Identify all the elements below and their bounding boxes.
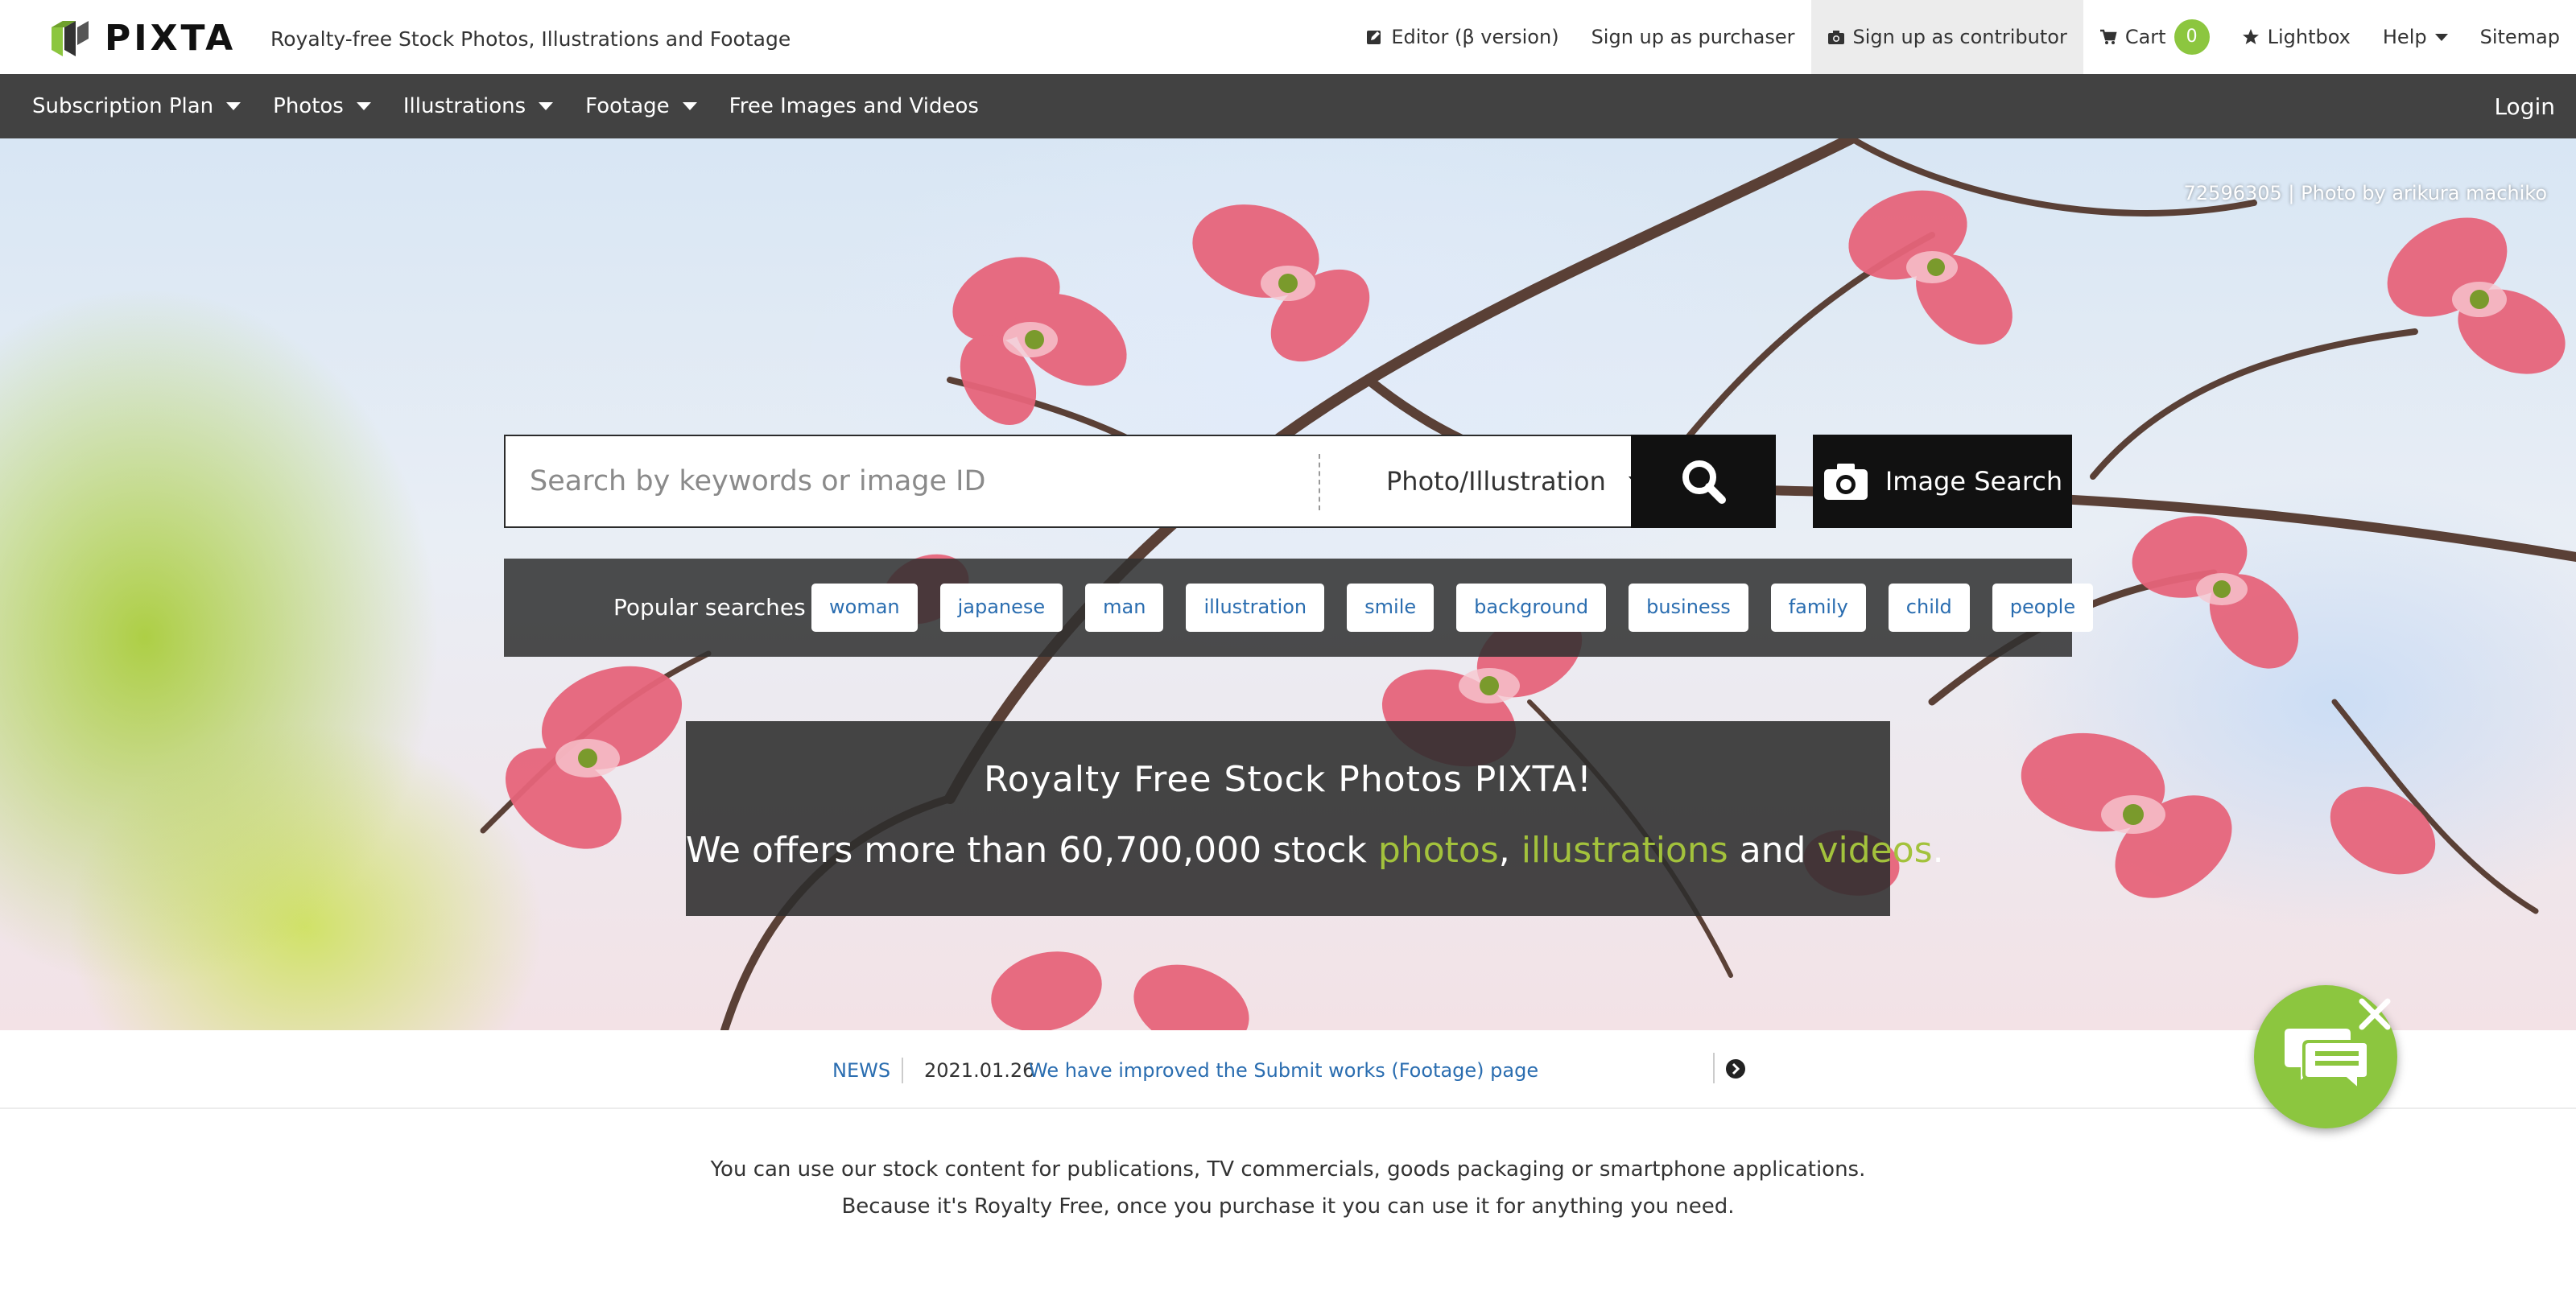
popular-tag[interactable]: people [1992,584,2094,632]
banner-subtitle: We offers more than 60,700,000 stock pho… [686,829,1944,872]
search-icon [1682,460,1726,504]
popular-tag[interactable]: japanese [939,584,1063,632]
popular-tag[interactable]: woman [811,584,918,632]
edit-icon [1367,31,1381,44]
search-type-label: Photo/Illustration [1386,466,1606,497]
cart-icon [2099,29,2117,44]
hero-banner: Royalty Free Stock Photos PIXTA! We offe… [686,721,1944,916]
search-divider [1319,454,1320,510]
nav-footage[interactable]: Footage [569,74,712,138]
chevron-down-icon [2434,33,2448,41]
news-divider [1713,1053,1715,1083]
cart-link[interactable]: Cart 0 [2083,0,2226,74]
nav-free-images[interactable]: Free Images and Videos [713,74,995,138]
nav-photos[interactable]: Photos [257,74,387,138]
nav-illustrations-label: Illustrations [402,94,526,118]
banner-and: and [1728,830,1818,871]
cart-count-badge: 0 [2174,19,2210,55]
chevron-down-icon [682,102,697,110]
popular-searches: Popular searches : woman japanese man il… [504,559,2094,657]
popular-tag[interactable]: smile [1347,584,1435,632]
nav-subscription-plan-label: Subscription Plan [32,94,214,118]
lightbox-label: Lightbox [2267,26,2351,48]
cart-label: Cart [2124,26,2166,48]
site-tagline: Royalty-free Stock Photos, Illustrations… [270,27,791,51]
pixta-logo-icon [52,21,89,56]
lightbox-link[interactable]: Lightbox [2226,0,2367,74]
search-type-select[interactable]: Photo/Illustration [1328,436,1647,526]
sitemap-label: Sitemap [2479,26,2560,48]
popular-tag[interactable]: man [1085,584,1164,632]
main-nav: Subscription Plan Photos Illustrations F… [0,74,2576,138]
popular-tags: woman japanese man illustration smile ba… [811,559,2116,657]
close-icon[interactable] [2352,992,2397,1037]
top-bar: PIXTA Royalty-free Stock Photos, Illustr… [0,0,2576,74]
popular-searches-label: Popular searches : [613,594,821,621]
banner-comma: , [1498,830,1521,871]
banner-photos-link[interactable]: photos [1378,830,1499,871]
news-divider [902,1058,903,1083]
chevron-down-icon [539,102,554,110]
signup-contributor-label: Sign up as contributor [1852,26,2067,48]
news-ticker: NEWS 2021.01.26 We have improved the Sub… [0,1030,2576,1109]
top-nav: Editor (β version) Sign up as purchaser … [1349,0,2576,74]
camera-icon [1827,31,1844,44]
nav-subscription-plan[interactable]: Subscription Plan [16,74,257,138]
news-label[interactable]: NEWS [832,1059,890,1082]
nav-photos-label: Photos [273,94,344,118]
image-search-label: Image Search [1885,466,2063,497]
editor-link[interactable]: Editor (β version) [1349,0,1575,74]
login-link[interactable]: Login [2494,74,2555,138]
signup-contributor-link[interactable]: Sign up as contributor [1810,0,2083,74]
editor-label: Editor (β version) [1391,26,1559,48]
search-input[interactable] [506,436,1319,526]
usage-info-line: You can use our stock content for public… [710,1157,1866,1182]
news-headline-link[interactable]: We have improved the Submit works (Foota… [1029,1059,1538,1082]
signup-purchaser-label: Sign up as purchaser [1591,26,1795,48]
news-date: 2021.01.26 [924,1059,1035,1082]
signup-purchaser-link[interactable]: Sign up as purchaser [1575,0,1811,74]
banner-sub-prefix: We offers more than 60,700,000 stock [686,830,1378,871]
chevron-down-icon [226,102,242,110]
star-icon [2242,29,2259,44]
nav-illustrations[interactable]: Illustrations [387,74,569,138]
search-button[interactable] [1631,435,1776,528]
popular-tag[interactable]: child [1888,584,1970,632]
photo-credit[interactable]: 72596305 | Photo by arikura machiko [2184,182,2547,204]
search-bar: Photo/Illustration [504,435,1776,528]
popular-tag[interactable]: family [1770,584,1866,632]
chevron-down-icon [356,102,371,110]
hero-section: 72596305 | Photo by arikura machiko Phot… [0,138,2576,1030]
camera-icon [1823,464,1868,500]
nav-footage-label: Footage [585,94,670,118]
usage-info: You can use our stock content for public… [0,1151,2576,1225]
banner-videos-link[interactable]: videos [1817,830,1932,871]
help-label: Help [2382,26,2427,48]
banner-illustrations-link[interactable]: illustrations [1521,830,1728,871]
image-search-button[interactable]: Image Search [1813,435,2072,528]
pixta-logo[interactable]: PIXTA [47,16,236,61]
usage-info-line: Because it's Royalty Free, once you purc… [841,1194,1735,1219]
banner-title: Royalty Free Stock Photos PIXTA! [984,759,1592,800]
nav-free-images-label: Free Images and Videos [729,94,979,118]
help-menu[interactable]: Help [2367,0,2464,74]
popular-tag[interactable]: illustration [1186,584,1325,632]
chevron-right-icon[interactable] [1724,1058,1747,1080]
sitemap-link[interactable]: Sitemap [2464,0,2576,74]
popular-tag[interactable]: business [1629,584,1748,632]
logo-text: PIXTA [105,18,237,59]
popular-tag[interactable]: background [1456,584,1607,632]
banner-period: . [1932,830,1944,871]
